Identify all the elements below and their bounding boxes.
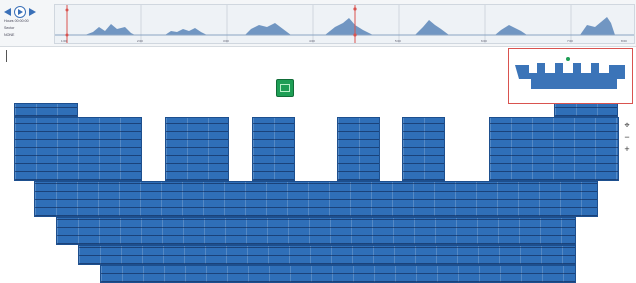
seat-block[interactable] — [402, 117, 445, 181]
skip-back-icon[interactable] — [4, 7, 11, 16]
zoom-out-button[interactable]: − — [621, 132, 633, 142]
timeline-tick: 5:00 — [395, 39, 401, 43]
skip-forward-icon[interactable] — [29, 7, 36, 16]
seat-block[interactable] — [34, 181, 598, 217]
timeline-tick: 1:00 — [61, 39, 67, 43]
pan-handle[interactable] — [6, 50, 10, 62]
seat-block[interactable] — [252, 117, 295, 181]
seat-block[interactable] — [337, 117, 380, 181]
seat-block[interactable] — [14, 103, 78, 117]
time-readout: Hours 00:00:00 — [4, 19, 29, 23]
zoom-controls: ⌖ − + — [621, 120, 633, 156]
seat-block[interactable] — [78, 245, 576, 265]
timeline-bar: Hours 00:00:00 Sector NONE 1:00 2:00 3:0… — [0, 0, 636, 47]
pitch-icon[interactable] — [276, 79, 294, 97]
seat-block[interactable] — [100, 265, 576, 283]
timeline-tick: 2:00 — [137, 39, 143, 43]
timeline-tick: 8:00 — [621, 39, 627, 43]
timeline-histogram — [55, 5, 634, 43]
play-icon — [18, 8, 23, 15]
timeline-tick: 4:00 — [309, 39, 315, 43]
play-button[interactable] — [14, 5, 26, 18]
playback-controls: Hours 00:00:00 Sector NONE — [4, 5, 50, 39]
seat-block[interactable] — [165, 117, 229, 181]
seat-block[interactable] — [14, 117, 142, 181]
timeline-tick: 3:00 — [223, 39, 229, 43]
sector-label: Sector — [4, 26, 15, 30]
sector-value: NONE — [4, 33, 15, 37]
seat-block[interactable] — [489, 117, 619, 181]
range-start-handle[interactable] — [65, 5, 69, 43]
zoom-in-button[interactable]: + — [621, 144, 633, 154]
timeline-tick: 6:00 — [481, 39, 487, 43]
seat-block[interactable] — [56, 217, 576, 245]
minimap[interactable] — [508, 48, 633, 104]
timeline-tick: 7:00 — [567, 39, 573, 43]
seat-block[interactable] — [554, 103, 618, 117]
activity-timeline[interactable]: 1:00 2:00 3:00 4:00 5:00 6:00 7:00 8:00 — [54, 4, 635, 44]
crosshair-icon[interactable]: ⌖ — [621, 120, 633, 130]
minimap-view — [515, 57, 625, 89]
